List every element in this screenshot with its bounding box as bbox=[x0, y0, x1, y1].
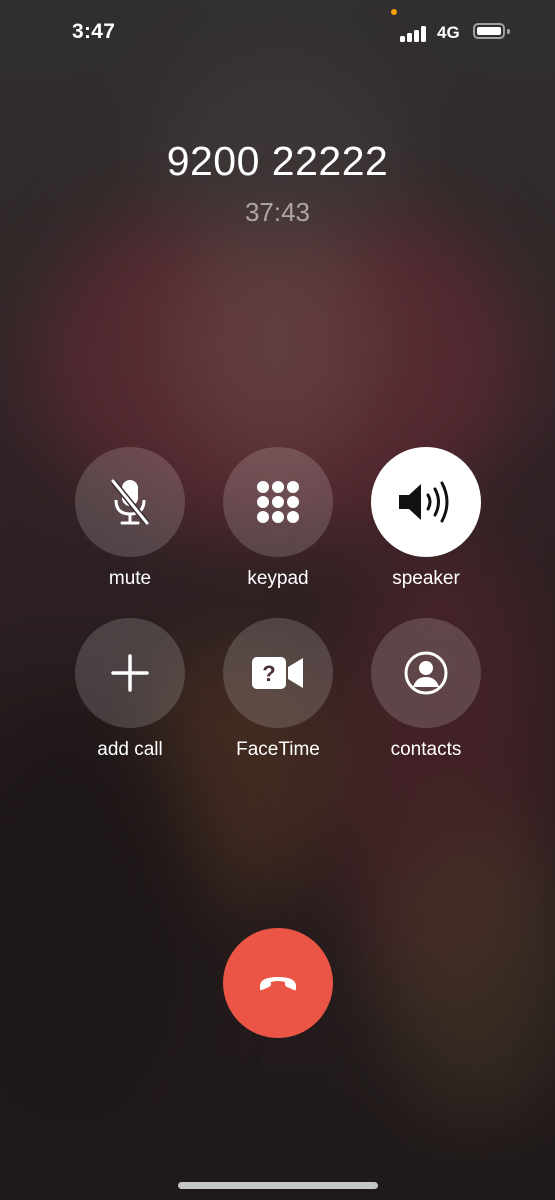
mic-slash-icon bbox=[110, 479, 150, 525]
mute-circle[interactable] bbox=[75, 447, 185, 557]
contacts-button[interactable]: contacts bbox=[351, 618, 501, 761]
plus-icon bbox=[111, 654, 149, 692]
phone-down-icon bbox=[260, 977, 296, 991]
battery-icon bbox=[473, 23, 505, 39]
status-time: 3:47 bbox=[72, 20, 116, 43]
facetime-circle[interactable]: ? bbox=[223, 618, 333, 728]
keypad-label: keypad bbox=[247, 568, 309, 589]
status-bar: 3:47 4G bbox=[0, 0, 555, 60]
speaker-label: speaker bbox=[392, 568, 460, 589]
keypad-circle[interactable] bbox=[223, 447, 333, 557]
facetime-label: FaceTime bbox=[236, 739, 320, 760]
speaker-circle[interactable] bbox=[371, 447, 481, 557]
network-type: 4G bbox=[437, 23, 460, 42]
caller-number: 9200 22222 bbox=[166, 138, 389, 184]
mute-label: mute bbox=[108, 568, 152, 589]
video-question-icon: ? bbox=[252, 657, 303, 689]
add-call-label: add call bbox=[97, 739, 163, 760]
add-call-button[interactable]: add call bbox=[55, 618, 205, 761]
privacy-indicator-dot bbox=[391, 9, 397, 15]
facetime-button[interactable]: ? FaceTime bbox=[203, 618, 353, 761]
home-indicator[interactable] bbox=[178, 1182, 378, 1189]
cellular-signal-icon bbox=[400, 24, 428, 42]
end-call-button[interactable] bbox=[223, 928, 333, 1038]
mute-button[interactable]: mute bbox=[55, 447, 205, 590]
speaker-button[interactable]: speaker bbox=[351, 447, 501, 590]
svg-text:?: ? bbox=[262, 661, 275, 686]
battery-cap bbox=[507, 29, 510, 34]
call-duration: 37:43 bbox=[244, 197, 311, 227]
person-circle-icon bbox=[404, 651, 448, 695]
add-call-circle[interactable] bbox=[75, 618, 185, 728]
contacts-label: contacts bbox=[390, 739, 462, 760]
keypad-icon bbox=[257, 481, 299, 523]
speaker-icon bbox=[399, 481, 449, 523]
keypad-button[interactable]: keypad bbox=[203, 447, 353, 590]
contacts-circle[interactable] bbox=[371, 618, 481, 728]
